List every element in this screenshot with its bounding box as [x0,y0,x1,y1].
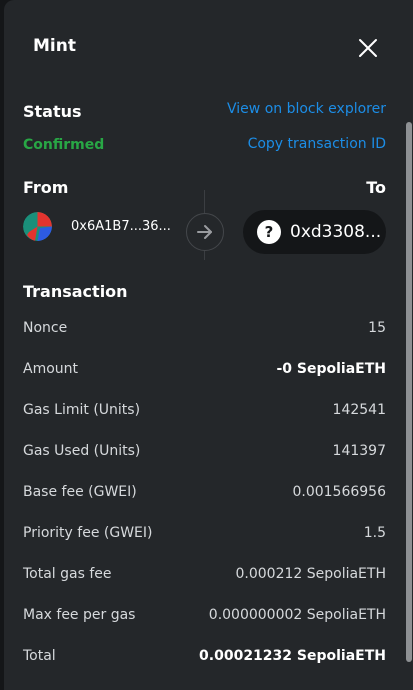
row-value: 0.001566956 [292,483,386,500]
row-value: 15 [368,319,386,336]
to-address: 0xd3308... [290,222,382,242]
row-value: 142541 [332,401,386,418]
copy-transaction-id-link[interactable]: Copy transaction ID [248,136,386,152]
from-label: From [23,178,69,197]
row-label: Amount [23,360,79,377]
row-value: 0.000212 SepoliaETH [235,565,387,582]
row-value: 0.00021232 SepoliaETH [199,647,386,664]
transaction-heading: Transaction [23,282,128,301]
row-amount: Amount -0 SepoliaETH [23,348,386,389]
row-label: Max fee per gas [23,606,136,623]
status-badge: Confirmed [23,137,105,153]
modal-header: Mint [4,0,413,96]
row-label: Nonce [23,319,68,336]
question-icon: ? [257,220,281,244]
row-label: Total [23,647,56,664]
row-base-fee: Base fee (GWEI) 0.001566956 [23,471,386,512]
row-value: 141397 [332,442,386,459]
row-value: 0.000000002 SepoliaETH [208,606,386,623]
from-address: 0x6A1B7...36... [71,219,171,234]
row-label: Base fee (GWEI) [23,483,137,500]
row-label: Gas Limit (Units) [23,401,141,418]
modal-title: Mint [33,36,76,56]
status-heading: Status [23,102,82,121]
arrow-right-icon [186,213,224,251]
row-label: Priority fee (GWEI) [23,524,153,541]
row-label: Total gas fee [23,565,112,582]
avatar [23,212,52,241]
to-label: To [366,178,386,197]
row-total: Total 0.00021232 SepoliaETH [23,635,386,676]
row-priority-fee: Priority fee (GWEI) 1.5 [23,512,386,553]
scrollbar[interactable] [406,122,412,662]
transaction-details-modal: Mint Status View on block explorer Confi… [4,0,413,690]
from-account[interactable]: 0x6A1B7...36... [23,212,171,241]
row-gas-used: Gas Used (Units) 141397 [23,430,386,471]
row-value: 1.5 [363,524,386,541]
row-max-fee-per-gas: Max fee per gas 0.000000002 SepoliaETH [23,594,386,635]
row-gas-limit: Gas Limit (Units) 142541 [23,389,386,430]
close-icon [359,39,377,57]
view-on-block-explorer-link[interactable]: View on block explorer [227,101,386,117]
row-total-gas-fee: Total gas fee 0.000212 SepoliaETH [23,553,386,594]
row-label: Gas Used (Units) [23,442,141,459]
transaction-details-list: Nonce 15 Amount -0 SepoliaETH Gas Limit … [23,307,386,676]
close-button[interactable] [357,37,379,59]
row-value: -0 SepoliaETH [276,360,386,377]
to-account[interactable]: ? 0xd3308... [243,210,386,254]
row-nonce: Nonce 15 [23,307,386,348]
